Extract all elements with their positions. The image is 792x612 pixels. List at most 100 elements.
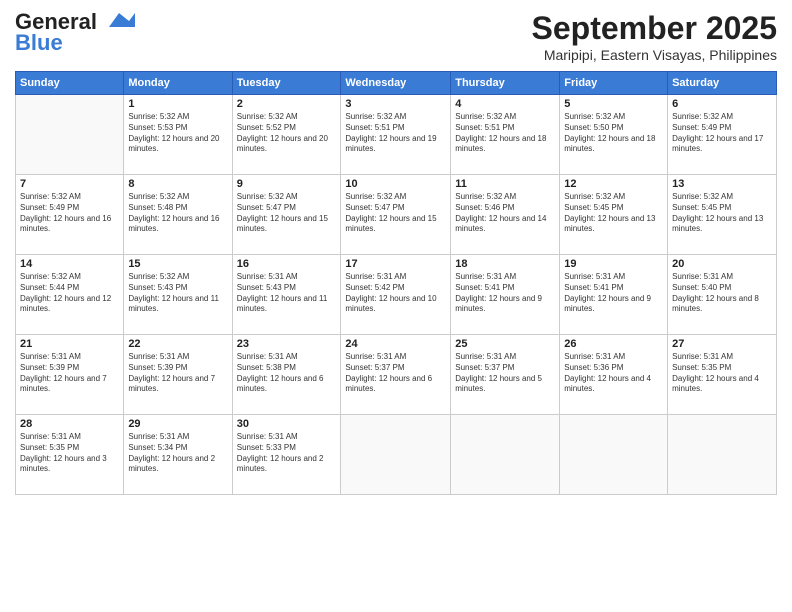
- day-number: 6: [672, 98, 772, 110]
- calendar-cell: 9 Sunrise: 5:32 AMSunset: 5:47 PMDaylight…: [232, 175, 341, 255]
- calendar-cell: [560, 415, 668, 495]
- calendar-cell: 17 Sunrise: 5:31 AMSunset: 5:42 PMDayligh…: [341, 255, 451, 335]
- cell-content: Sunrise: 5:32 AMSunset: 5:48 PMDaylight:…: [128, 192, 227, 235]
- header-friday: Friday: [560, 72, 668, 95]
- calendar-cell: 30 Sunrise: 5:31 AMSunset: 5:33 PMDayligh…: [232, 415, 341, 495]
- day-number: 3: [345, 98, 446, 110]
- header-wednesday: Wednesday: [341, 72, 451, 95]
- calendar-cell: [451, 415, 560, 495]
- day-number: 9: [237, 178, 337, 190]
- header-row: SundayMondayTuesdayWednesdayThursdayFrid…: [16, 72, 777, 95]
- cell-content: Sunrise: 5:31 AMSunset: 5:39 PMDaylight:…: [20, 352, 119, 395]
- month-title: September 2025: [532, 10, 777, 47]
- calendar-cell: 11 Sunrise: 5:32 AMSunset: 5:46 PMDayligh…: [451, 175, 560, 255]
- day-number: 12: [564, 178, 663, 190]
- header-thursday: Thursday: [451, 72, 560, 95]
- day-number: 7: [20, 178, 119, 190]
- logo-blue: Blue: [15, 30, 63, 56]
- cell-content: Sunrise: 5:31 AMSunset: 5:40 PMDaylight:…: [672, 272, 772, 315]
- day-number: 10: [345, 178, 446, 190]
- day-number: 8: [128, 178, 227, 190]
- day-number: 27: [672, 338, 772, 350]
- calendar-cell: 23 Sunrise: 5:31 AMSunset: 5:38 PMDayligh…: [232, 335, 341, 415]
- cell-content: Sunrise: 5:31 AMSunset: 5:39 PMDaylight:…: [128, 352, 227, 395]
- header-tuesday: Tuesday: [232, 72, 341, 95]
- cell-content: Sunrise: 5:31 AMSunset: 5:35 PMDaylight:…: [672, 352, 772, 395]
- calendar-cell: [341, 415, 451, 495]
- day-number: 28: [20, 418, 119, 430]
- title-area: September 2025 Maripipi, Eastern Visayas…: [532, 10, 777, 63]
- logo: General Blue: [15, 10, 135, 56]
- calendar-cell: 6Sunrise: 5:32 AMSunset: 5:49 PMDaylight…: [668, 95, 777, 175]
- calendar-cell: 2 Sunrise: 5:32 AMSunset: 5:52 PMDaylight…: [232, 95, 341, 175]
- cell-content: Sunrise: 5:32 AMSunset: 5:50 PMDaylight:…: [564, 112, 663, 155]
- day-number: 2: [237, 98, 337, 110]
- cell-content: Sunrise: 5:31 AMSunset: 5:37 PMDaylight:…: [455, 352, 555, 395]
- calendar-cell: 28 Sunrise: 5:31 AMSunset: 5:35 PMDayligh…: [16, 415, 124, 495]
- header: General Blue September 2025 Maripipi, Ea…: [15, 10, 777, 63]
- day-number: 18: [455, 258, 555, 270]
- cell-content: Sunrise: 5:32 AMSunset: 5:51 PMDaylight:…: [345, 112, 446, 155]
- day-number: 17: [345, 258, 446, 270]
- calendar-cell: 24Sunrise: 5:31 AMSunset: 5:37 PMDayligh…: [341, 335, 451, 415]
- cell-content: Sunrise: 5:32 AMSunset: 5:47 PMDaylight:…: [237, 192, 337, 235]
- calendar-cell: [16, 95, 124, 175]
- cell-content: Sunrise: 5:32 AMSunset: 5:43 PMDaylight:…: [128, 272, 227, 315]
- week-row-3: 14 Sunrise: 5:32 AMSunset: 5:44 PMDayligh…: [16, 255, 777, 335]
- cell-content: Sunrise: 5:32 AMSunset: 5:45 PMDaylight:…: [564, 192, 663, 235]
- calendar-cell: 14 Sunrise: 5:32 AMSunset: 5:44 PMDayligh…: [16, 255, 124, 335]
- cell-content: Sunrise: 5:32 AMSunset: 5:51 PMDaylight:…: [455, 112, 555, 155]
- cell-content: Sunrise: 5:32 AMSunset: 5:52 PMDaylight:…: [237, 112, 337, 155]
- calendar-cell: 27 Sunrise: 5:31 AMSunset: 5:35 PMDayligh…: [668, 335, 777, 415]
- day-number: 14: [20, 258, 119, 270]
- cell-content: Sunrise: 5:32 AMSunset: 5:49 PMDaylight:…: [20, 192, 119, 235]
- calendar-cell: 29 Sunrise: 5:31 AMSunset: 5:34 PMDayligh…: [124, 415, 232, 495]
- cell-content: Sunrise: 5:32 AMSunset: 5:45 PMDaylight:…: [672, 192, 772, 235]
- day-number: 29: [128, 418, 227, 430]
- cell-content: Sunrise: 5:31 AMSunset: 5:36 PMDaylight:…: [564, 352, 663, 395]
- calendar-cell: 25 Sunrise: 5:31 AMSunset: 5:37 PMDayligh…: [451, 335, 560, 415]
- cell-content: Sunrise: 5:32 AMSunset: 5:46 PMDaylight:…: [455, 192, 555, 235]
- cell-content: Sunrise: 5:31 AMSunset: 5:42 PMDaylight:…: [345, 272, 446, 315]
- day-number: 20: [672, 258, 772, 270]
- calendar-table: SundayMondayTuesdayWednesdayThursdayFrid…: [15, 71, 777, 495]
- day-number: 30: [237, 418, 337, 430]
- calendar-cell: 12 Sunrise: 5:32 AMSunset: 5:45 PMDayligh…: [560, 175, 668, 255]
- calendar-cell: 18 Sunrise: 5:31 AMSunset: 5:41 PMDayligh…: [451, 255, 560, 335]
- cell-content: Sunrise: 5:31 AMSunset: 5:33 PMDaylight:…: [237, 432, 337, 475]
- cell-content: Sunrise: 5:31 AMSunset: 5:37 PMDaylight:…: [345, 352, 446, 395]
- calendar-cell: 19Sunrise: 5:31 AMSunset: 5:41 PMDayligh…: [560, 255, 668, 335]
- calendar-cell: 21 Sunrise: 5:31 AMSunset: 5:39 PMDayligh…: [16, 335, 124, 415]
- location: Maripipi, Eastern Visayas, Philippines: [532, 47, 777, 63]
- week-row-1: 1Sunrise: 5:32 AMSunset: 5:53 PMDaylight…: [16, 95, 777, 175]
- week-row-5: 28 Sunrise: 5:31 AMSunset: 5:35 PMDayligh…: [16, 415, 777, 495]
- header-monday: Monday: [124, 72, 232, 95]
- day-number: 16: [237, 258, 337, 270]
- day-number: 23: [237, 338, 337, 350]
- logo-bird-icon: [99, 9, 135, 31]
- cell-content: Sunrise: 5:32 AMSunset: 5:47 PMDaylight:…: [345, 192, 446, 235]
- calendar-cell: 20 Sunrise: 5:31 AMSunset: 5:40 PMDayligh…: [668, 255, 777, 335]
- calendar-cell: 4 Sunrise: 5:32 AMSunset: 5:51 PMDaylight…: [451, 95, 560, 175]
- calendar-cell: 10 Sunrise: 5:32 AMSunset: 5:47 PMDayligh…: [341, 175, 451, 255]
- calendar-cell: 8 Sunrise: 5:32 AMSunset: 5:48 PMDaylight…: [124, 175, 232, 255]
- page: General Blue September 2025 Maripipi, Ea…: [0, 0, 792, 612]
- calendar-cell: 7 Sunrise: 5:32 AMSunset: 5:49 PMDaylight…: [16, 175, 124, 255]
- week-row-4: 21 Sunrise: 5:31 AMSunset: 5:39 PMDayligh…: [16, 335, 777, 415]
- cell-content: Sunrise: 5:32 AMSunset: 5:44 PMDaylight:…: [20, 272, 119, 315]
- cell-content: Sunrise: 5:31 AMSunset: 5:34 PMDaylight:…: [128, 432, 227, 475]
- day-number: 4: [455, 98, 555, 110]
- day-number: 11: [455, 178, 555, 190]
- calendar-cell: 26 Sunrise: 5:31 AMSunset: 5:36 PMDayligh…: [560, 335, 668, 415]
- calendar-cell: 3 Sunrise: 5:32 AMSunset: 5:51 PMDaylight…: [341, 95, 451, 175]
- day-number: 26: [564, 338, 663, 350]
- day-number: 25: [455, 338, 555, 350]
- day-number: 21: [20, 338, 119, 350]
- day-number: 22: [128, 338, 227, 350]
- cell-content: Sunrise: 5:31 AMSunset: 5:35 PMDaylight:…: [20, 432, 119, 475]
- cell-content: Sunrise: 5:31 AMSunset: 5:38 PMDaylight:…: [237, 352, 337, 395]
- header-saturday: Saturday: [668, 72, 777, 95]
- day-number: 19: [564, 258, 663, 270]
- cell-content: Sunrise: 5:31 AMSunset: 5:41 PMDaylight:…: [455, 272, 555, 315]
- day-number: 5: [564, 98, 663, 110]
